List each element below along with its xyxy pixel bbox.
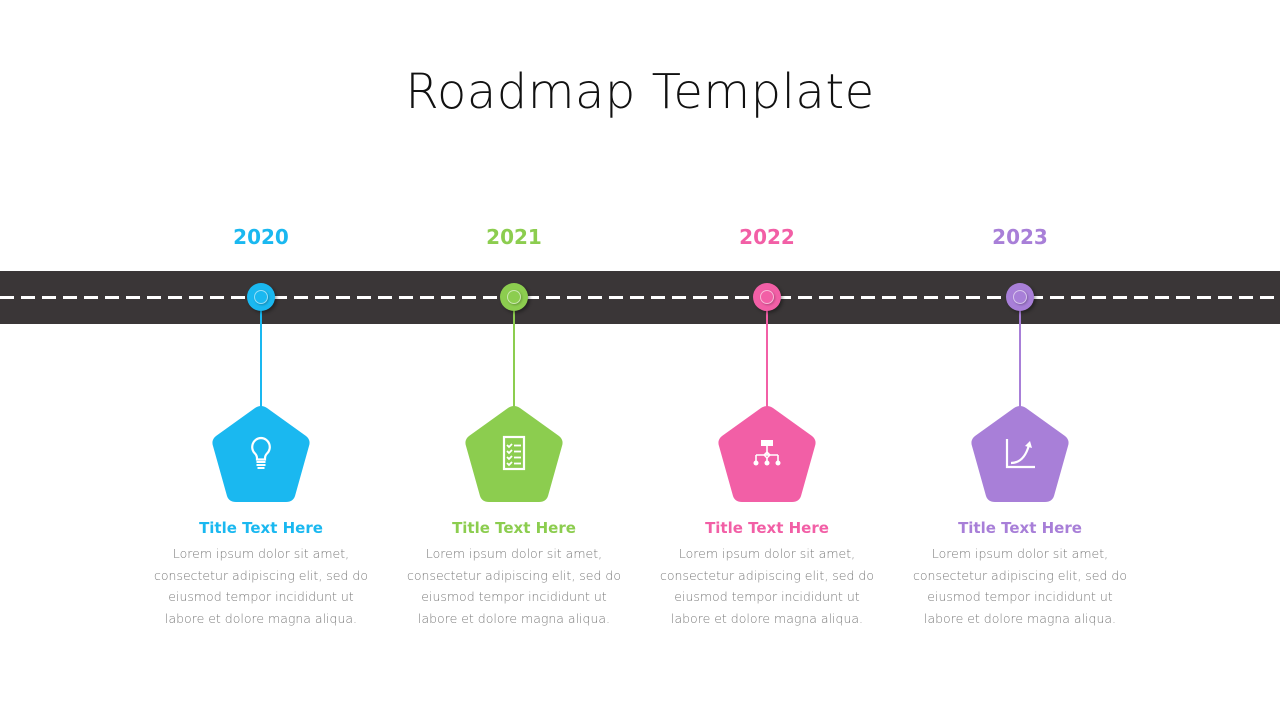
milestone-2022: 2022 Title Text Here Lorem ipsum dolor s… <box>637 0 897 720</box>
milestone-description: Lorem ipsum dolor sit amet, consectetur … <box>141 543 381 629</box>
description-line: Lorem ipsum dolor sit amet, <box>172 546 350 561</box>
milestone-2023: 2023 Title Text Here Lorem ipsum dolor s… <box>890 0 1150 720</box>
milestone-year: 2023 <box>992 225 1048 249</box>
description-line: labore et dolore magna aliqua. <box>164 610 358 626</box>
milestone-year: 2020 <box>233 225 289 249</box>
pentagon-badge <box>717 405 817 503</box>
checklist-icon <box>502 435 526 471</box>
pentagon-badge <box>970 405 1070 503</box>
pentagon-badge <box>464 405 564 503</box>
milestone-2021: 2021 Title Text Here Lorem ipsum dolor s… <box>384 0 644 720</box>
description-line: labore et dolore magna aliqua. <box>923 610 1117 626</box>
milestone-title: Title Text Here <box>452 519 576 537</box>
description-line: eiusmod tempor incididunt ut <box>674 589 860 604</box>
timeline-node[interactable] <box>500 283 528 311</box>
milestone-title: Title Text Here <box>199 519 323 537</box>
connector-line <box>1019 311 1021 411</box>
milestone-description: Lorem ipsum dolor sit amet, consectetur … <box>900 543 1140 629</box>
milestone-description: Lorem ipsum dolor sit amet, consectetur … <box>647 543 887 629</box>
timeline-node-inner <box>760 290 774 304</box>
description-line: Lorem ipsum dolor sit amet, <box>931 546 1109 561</box>
description-line: consectetur adipiscing elit, sed do <box>407 567 621 583</box>
timeline-node[interactable] <box>247 283 275 311</box>
description-line: consectetur adipiscing elit, sed do <box>154 567 368 583</box>
description-line: eiusmod tempor incididunt ut <box>927 589 1113 604</box>
hierarchy-icon <box>753 440 781 466</box>
milestone-description: Lorem ipsum dolor sit amet, consectetur … <box>394 543 634 629</box>
description-line: consectetur adipiscing elit, sed do <box>913 567 1127 583</box>
milestone-year: 2022 <box>739 225 795 249</box>
timeline-node[interactable] <box>753 283 781 311</box>
connector-line <box>513 311 515 411</box>
lightbulb-icon <box>251 436 271 469</box>
timeline-node-inner <box>254 290 268 304</box>
description-line: consectetur adipiscing elit, sed do <box>660 567 874 583</box>
milestone-year: 2021 <box>486 225 542 249</box>
description-line: labore et dolore magna aliqua. <box>417 610 611 626</box>
description-line: Lorem ipsum dolor sit amet, <box>678 546 856 561</box>
timeline-node[interactable] <box>1006 283 1034 311</box>
milestone-2020: 2020 Title Text Here Lorem ipsum dolor s… <box>131 0 391 720</box>
description-line: eiusmod tempor incididunt ut <box>168 589 354 604</box>
connector-line <box>766 311 768 411</box>
timeline-node-inner <box>507 290 521 304</box>
milestone-title: Title Text Here <box>705 519 829 537</box>
description-line: eiusmod tempor incididunt ut <box>421 589 607 604</box>
milestone-title: Title Text Here <box>958 519 1082 537</box>
pentagon-badge <box>211 405 311 503</box>
description-line: labore et dolore magna aliqua. <box>670 610 864 626</box>
growth-chart-icon <box>1005 439 1035 469</box>
timeline-node-inner <box>1013 290 1027 304</box>
connector-line <box>260 311 262 411</box>
description-line: Lorem ipsum dolor sit amet, <box>425 546 603 561</box>
